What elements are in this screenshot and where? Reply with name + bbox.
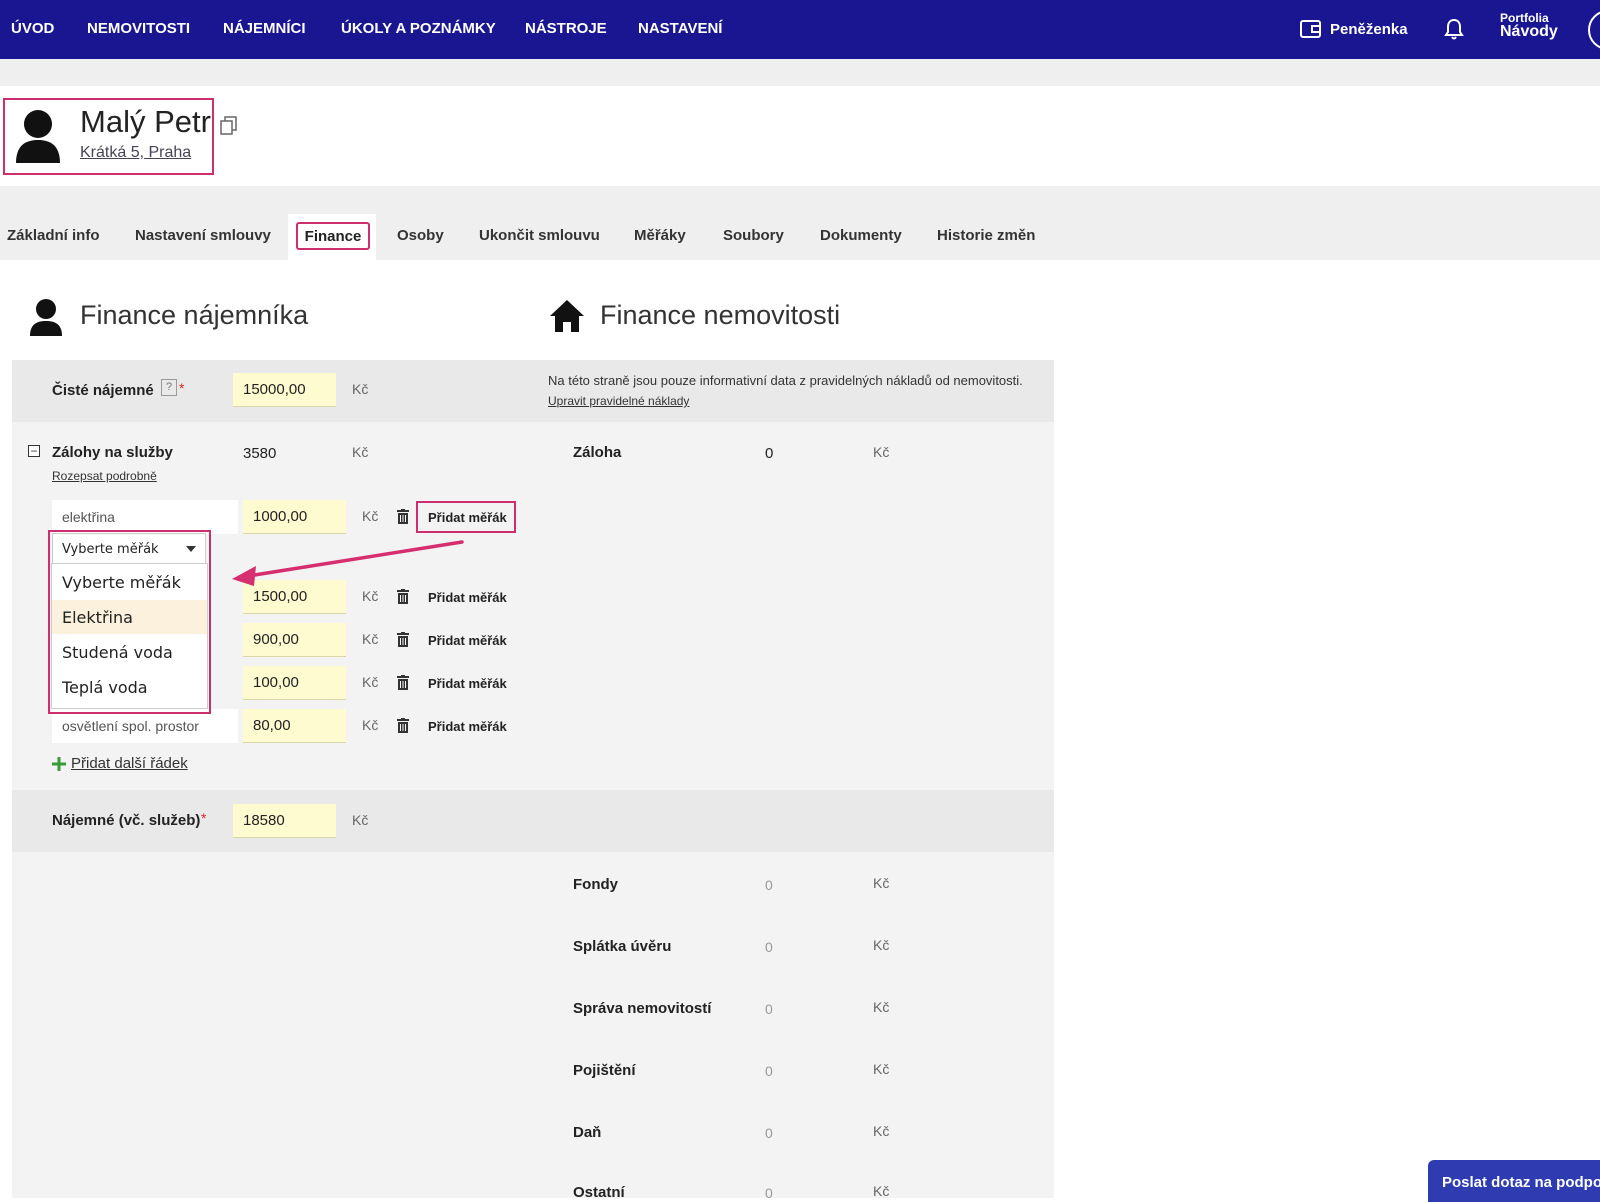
tab-ukoncit-smlouvu[interactable]: Ukončit smlouvu	[479, 227, 600, 244]
trash-icon[interactable]	[397, 589, 409, 604]
portfolia-name: Návody	[1500, 23, 1558, 40]
nav-item-nemovitosti[interactable]: NEMOVITOSTI	[87, 20, 190, 37]
zalohy-label: Zálohy na služby	[52, 444, 173, 461]
service-amount-input[interactable]: 1000,00	[243, 500, 346, 534]
property-item-label: Fondy	[573, 876, 618, 893]
add-row-link[interactable]: Přidat další řádek	[71, 755, 188, 772]
currency-label: Kč	[352, 812, 369, 828]
tab-soubory[interactable]: Soubory	[723, 227, 784, 244]
tenant-header	[0, 86, 1600, 186]
currency-label: Kč	[362, 674, 379, 690]
property-items-panel	[12, 852, 1054, 1198]
property-item-value: 0	[765, 1063, 773, 1079]
tab-finance[interactable]: Finance	[296, 222, 370, 250]
currency-label: Kč	[873, 1061, 890, 1077]
required-mark: *	[201, 810, 207, 826]
trash-icon[interactable]	[397, 509, 409, 524]
najemne-label: Nájemné (vč. služeb)	[52, 812, 201, 829]
notifications-button[interactable]	[1444, 18, 1464, 45]
nav-item-ukoly[interactable]: ÚKOLY A POZNÁMKY	[341, 20, 496, 37]
pridat-merak-button[interactable]: Přidat měřák	[428, 719, 507, 734]
property-item-value: 0	[765, 939, 773, 955]
currency-label: Kč	[873, 999, 890, 1015]
tab-osoby[interactable]: Osoby	[397, 227, 444, 244]
rozepsat-podrobne-link[interactable]: Rozepsat podrobně	[52, 469, 157, 483]
support-button[interactable]: Poslat dotaz na podporu	[1428, 1160, 1600, 1202]
property-item-label: Správa nemovitostí	[573, 1000, 712, 1017]
nav-item-najemnici[interactable]: NÁJEMNÍCI	[223, 20, 306, 37]
currency-label: Kč	[362, 631, 379, 647]
tenant-finance-title: Finance nájemníka	[80, 300, 309, 330]
trash-icon[interactable]	[397, 675, 409, 690]
required-mark: *	[179, 380, 185, 396]
currency-label: Kč	[362, 588, 379, 604]
currency-label: Kč	[873, 875, 890, 891]
zalohy-total: 3580	[243, 445, 277, 462]
wallet-icon	[1300, 20, 1321, 38]
edit-regular-costs-link[interactable]: Upravit pravidelné náklady	[548, 394, 689, 408]
property-item-value: 0	[765, 1185, 773, 1201]
tenant-person-icon	[30, 299, 62, 336]
pridat-merak-button[interactable]: Přidat měřák	[428, 633, 507, 648]
trash-icon[interactable]	[397, 718, 409, 733]
nav-item-uvod[interactable]: ÚVOD	[11, 20, 54, 37]
house-icon	[550, 300, 584, 332]
currency-label: Kč	[362, 717, 379, 733]
annotation-arrow-icon	[232, 540, 464, 586]
tab-meraky[interactable]: Měřáky	[634, 227, 686, 244]
dropdown-highlight	[48, 530, 211, 714]
ciste-najemne-label: Čisté nájemné	[52, 382, 154, 399]
currency-label: Kč	[352, 381, 369, 397]
property-item-value: 0	[765, 877, 773, 893]
property-finance-title: Finance nemovitosti	[600, 300, 841, 330]
property-info-text: Na této straně jsou pouze informativní d…	[548, 373, 1023, 388]
zaloha-value: 0	[765, 445, 774, 462]
tab-historie-zmen[interactable]: Historie změn	[937, 227, 1035, 244]
wallet-button[interactable]: Peněženka	[1300, 19, 1408, 39]
nav-item-nastroje[interactable]: NÁSTROJE	[525, 20, 607, 37]
zaloha-label: Záloha	[573, 444, 622, 461]
header-spacer	[0, 59, 1600, 86]
plus-icon	[52, 757, 66, 771]
service-name-input[interactable]: elektřina	[52, 500, 238, 534]
pridat-merak-button[interactable]: Přidat měřák	[428, 510, 507, 525]
service-amount-input[interactable]: 80,00	[243, 709, 346, 743]
currency-label: Kč	[362, 508, 379, 524]
property-item-label: Pojištění	[573, 1062, 636, 1079]
currency-label: Kč	[873, 937, 890, 953]
person-icon	[16, 110, 60, 163]
portfolia-switcher[interactable]: Portfolia Návody	[1500, 12, 1558, 40]
trash-icon[interactable]	[397, 632, 409, 647]
service-amount-input[interactable]: 100,00	[243, 666, 346, 700]
tenant-address-link[interactable]: Krátká 5, Praha	[80, 144, 191, 162]
property-item-label: Splátka úvěru	[573, 938, 672, 955]
tab-zakladni-info[interactable]: Základní info	[7, 227, 100, 244]
tenant-name: Malý Petr	[80, 104, 211, 139]
currency-label: Kč	[873, 444, 890, 460]
help-icon[interactable]: ?	[161, 379, 177, 396]
pridat-merak-button[interactable]: Přidat měřák	[428, 590, 507, 605]
tab-nastaveni-smlouvy[interactable]: Nastavení smlouvy	[135, 227, 271, 244]
service-name-input[interactable]: osvětlení spol. prostor	[52, 709, 238, 743]
nav-item-nastaveni[interactable]: NASTAVENÍ	[638, 20, 722, 37]
ciste-najemne-input[interactable]: 15000,00	[233, 373, 336, 407]
currency-label: Kč	[873, 1123, 890, 1139]
currency-label: Kč	[873, 1183, 890, 1199]
tabs-bar	[0, 186, 1600, 260]
service-amount-input[interactable]: 900,00	[243, 623, 346, 657]
copy-icon[interactable]	[219, 115, 239, 137]
tab-dokumenty[interactable]: Dokumenty	[820, 227, 902, 244]
property-item-label: Daň	[573, 1124, 602, 1141]
bell-icon	[1444, 18, 1464, 40]
collapse-toggle[interactable]: −	[28, 445, 40, 457]
property-item-value: 0	[765, 1001, 773, 1017]
wallet-label: Peněženka	[1330, 20, 1408, 38]
property-item-value: 0	[765, 1125, 773, 1141]
currency-label: Kč	[352, 444, 369, 460]
najemne-input[interactable]: 18580	[233, 804, 336, 838]
property-item-label: Ostatní	[573, 1184, 625, 1201]
pridat-merak-button[interactable]: Přidat měřák	[428, 676, 507, 691]
